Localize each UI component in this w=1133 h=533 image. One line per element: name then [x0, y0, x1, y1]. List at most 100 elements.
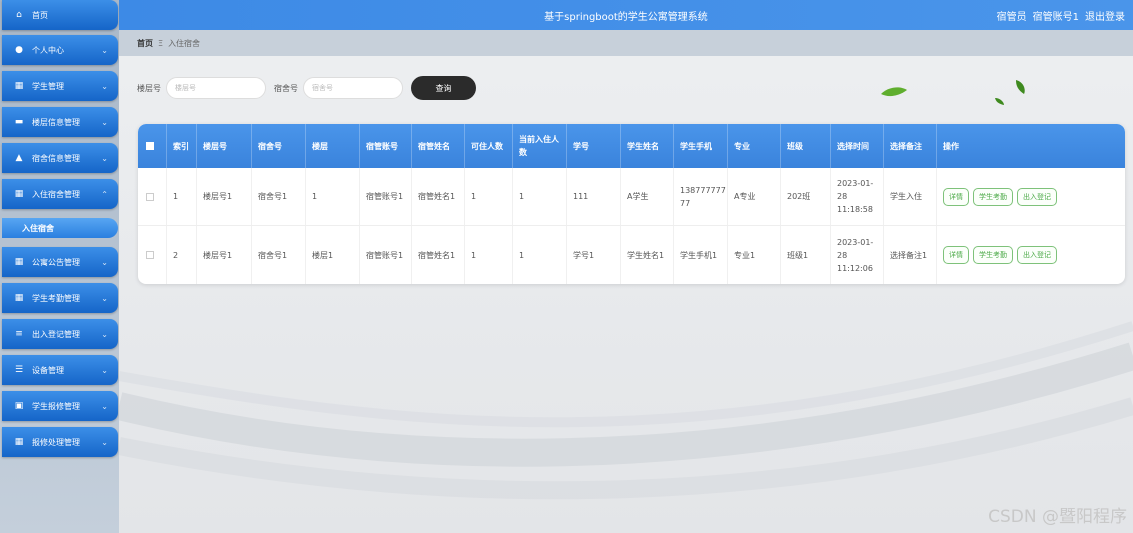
message-icon: ▬ — [14, 117, 24, 127]
sidebar-item-equipment[interactable]: ☰ 设备管理 ⌄ — [2, 355, 118, 385]
table-cell: 专业1 — [728, 226, 781, 284]
row-checkbox[interactable] — [146, 251, 154, 259]
chevron-down-icon: ⌄ — [101, 437, 108, 447]
table-cell: 宿管账号1 — [360, 226, 412, 284]
column-header: 学生手机 — [674, 124, 728, 168]
row-actions: 详情 学生考勤 出入登记 — [937, 168, 1117, 225]
sidebar-item-dorms[interactable]: ▲ 宿舍信息管理 ⌄ — [2, 143, 118, 173]
chevron-down-icon: ⌄ — [101, 293, 108, 303]
table-cell: 宿管姓名1 — [412, 168, 465, 225]
floor-label: 楼层号 — [137, 83, 161, 93]
clipboard-icon: ▣ — [14, 401, 24, 411]
floor-input[interactable]: 楼层号 — [166, 77, 266, 99]
select-all-checkbox[interactable] — [146, 142, 154, 150]
table-cell: 楼层号1 — [197, 226, 252, 284]
sidebar-item-notices[interactable]: ▦ 公寓公告管理 ⌄ — [2, 247, 118, 277]
table-cell: 2023-01-28 11:18:58 — [831, 168, 884, 225]
table-cell: 宿管账号1 — [360, 168, 412, 225]
table-cell: 宿管姓名1 — [412, 226, 465, 284]
sidebar-subitem-checkin[interactable]: 入住宿舍 — [2, 218, 118, 238]
building-icon: ▲ — [15, 153, 23, 163]
column-header: 可住人数 — [465, 124, 513, 168]
table-cell: 学号1 — [567, 226, 621, 284]
table-cell: 13877777777 — [674, 168, 728, 225]
list-icon: ≡ — [15, 329, 23, 339]
row-actions: 详情 学生考勤 出入登记 — [937, 226, 1117, 284]
user-role: 宿管员 — [996, 12, 1027, 23]
table-cell: 选择备注1 — [884, 226, 937, 284]
access-log-button[interactable]: 出入登记 — [1017, 246, 1057, 264]
attendance-button[interactable]: 学生考勤 — [973, 187, 1013, 206]
logout-link[interactable]: 退出登录 — [1085, 12, 1125, 23]
row-checkbox[interactable] — [146, 192, 154, 201]
top-header: 基于springboot的学生公寓管理系统 宿管员 宿管账号1 退出登录 — [119, 0, 1133, 30]
sidebar-item-checkin[interactable]: ▦ 入住宿舍管理 ⌃ — [2, 179, 118, 209]
column-header: 专业 — [728, 124, 781, 168]
grid-icon: ▦ — [14, 81, 24, 91]
grid-icon: ▦ — [14, 293, 24, 303]
user-menu: 宿管员 宿管账号1 退出登录 — [991, 8, 1125, 23]
column-header: 操作 — [943, 141, 959, 151]
table-cell: 1 — [513, 226, 567, 284]
chevron-down-icon: ⌄ — [101, 117, 108, 127]
table-cell: A专业 — [728, 168, 781, 225]
table-cell: 楼层1 — [306, 226, 360, 284]
watermark: CSDN @暨阳程序 — [988, 507, 1127, 527]
sidebar-item-access-log[interactable]: ≡ 出入登记管理 ⌄ — [2, 319, 118, 349]
detail-button[interactable]: 详情 — [943, 246, 969, 264]
grid-icon: ▦ — [14, 437, 24, 447]
chevron-down-icon: ⌄ — [101, 257, 108, 267]
table-cell: 111 — [567, 168, 621, 225]
chevron-down-icon: ⌄ — [101, 401, 108, 411]
sidebar-item-label: 报修处理管理 — [32, 437, 80, 447]
sidebar-item-repair-requests[interactable]: ▣ 学生报修管理 ⌄ — [2, 391, 118, 421]
table-cell: 1 — [465, 168, 513, 225]
chevron-down-icon: ⌄ — [101, 329, 108, 339]
leaf-decoration-icon — [1016, 80, 1025, 94]
checkin-table: 索引 楼层号 宿舍号 楼层 宿管账号 宿管姓名 可住人数 当前入住人数 学号 学… — [138, 124, 1125, 284]
table-cell: 1 — [306, 168, 360, 225]
table-row: 2 楼层号1 宿舍号1 楼层1 宿管账号1 宿管姓名1 1 1 学号1 学生姓名… — [138, 226, 1125, 284]
leaf-decoration-icon — [881, 87, 907, 97]
breadcrumb: 首页 Ξ 入住宿舍 — [119, 30, 1133, 56]
sidebar-item-profile[interactable]: ● 个人中心 ⌄ — [2, 35, 118, 65]
breadcrumb-home[interactable]: 首页 — [137, 38, 153, 49]
sidebar-item-repair-handling[interactable]: ▦ 报修处理管理 ⌄ — [2, 427, 118, 457]
select-all-checkbox-cell — [138, 124, 167, 168]
search-button[interactable]: 查询 — [411, 76, 476, 100]
app-title: 基于springboot的学生公寓管理系统 — [544, 12, 708, 23]
sliders-icon: ☰ — [14, 365, 24, 375]
table-cell: 学生入住 — [884, 168, 937, 225]
sidebar: ⌂ 首页 ● 个人中心 ⌄ ▦ 学生管理 ⌄ ▬ 楼层信息管理 ⌄ ▲ 宿舍信息… — [0, 0, 119, 533]
table-cell: 班级1 — [781, 226, 831, 284]
table-row: 1 楼层号1 宿舍号1 1 宿管账号1 宿管姓名1 1 1 111 A学生 13… — [138, 168, 1125, 226]
breadcrumb-separator: Ξ — [158, 38, 164, 48]
column-header: 宿管账号 — [360, 124, 412, 168]
table-cell: 1 — [167, 168, 197, 225]
background-swoosh — [119, 321, 1133, 500]
attendance-button[interactable]: 学生考勤 — [973, 246, 1013, 264]
chevron-down-icon: ⌄ — [101, 153, 108, 163]
sidebar-item-attendance[interactable]: ▦ 学生考勤管理 ⌄ — [2, 283, 118, 313]
sidebar-item-floors[interactable]: ▬ 楼层信息管理 ⌄ — [2, 107, 118, 137]
column-header: 当前入住人数 — [513, 124, 567, 168]
sidebar-item-label: 学生管理 — [32, 81, 64, 91]
table-cell: 2023-01-28 11:12:06 — [831, 226, 884, 284]
chevron-down-icon: ⌄ — [101, 365, 108, 375]
column-header: 楼层号 — [197, 124, 252, 168]
sidebar-item-label: 楼层信息管理 — [32, 117, 80, 127]
sidebar-item-label: 宿舍信息管理 — [32, 153, 80, 163]
grid-icon: ▦ — [14, 257, 24, 267]
column-header: 宿舍号 — [252, 124, 306, 168]
sidebar-item-label: 出入登记管理 — [32, 329, 80, 339]
detail-button[interactable]: 详情 — [943, 187, 969, 206]
sidebar-item-home[interactable]: ⌂ 首页 — [2, 0, 118, 30]
column-header: 学生姓名 — [621, 124, 674, 168]
column-header: 班级 — [781, 124, 831, 168]
access-log-button[interactable]: 出入登记 — [1017, 187, 1057, 206]
row-checkbox-cell — [138, 168, 167, 225]
sidebar-item-students[interactable]: ▦ 学生管理 ⌄ — [2, 71, 118, 101]
table-cell: 宿舍号1 — [252, 168, 306, 225]
column-header: 索引 — [167, 124, 197, 168]
room-input[interactable]: 宿舍号 — [303, 77, 403, 99]
